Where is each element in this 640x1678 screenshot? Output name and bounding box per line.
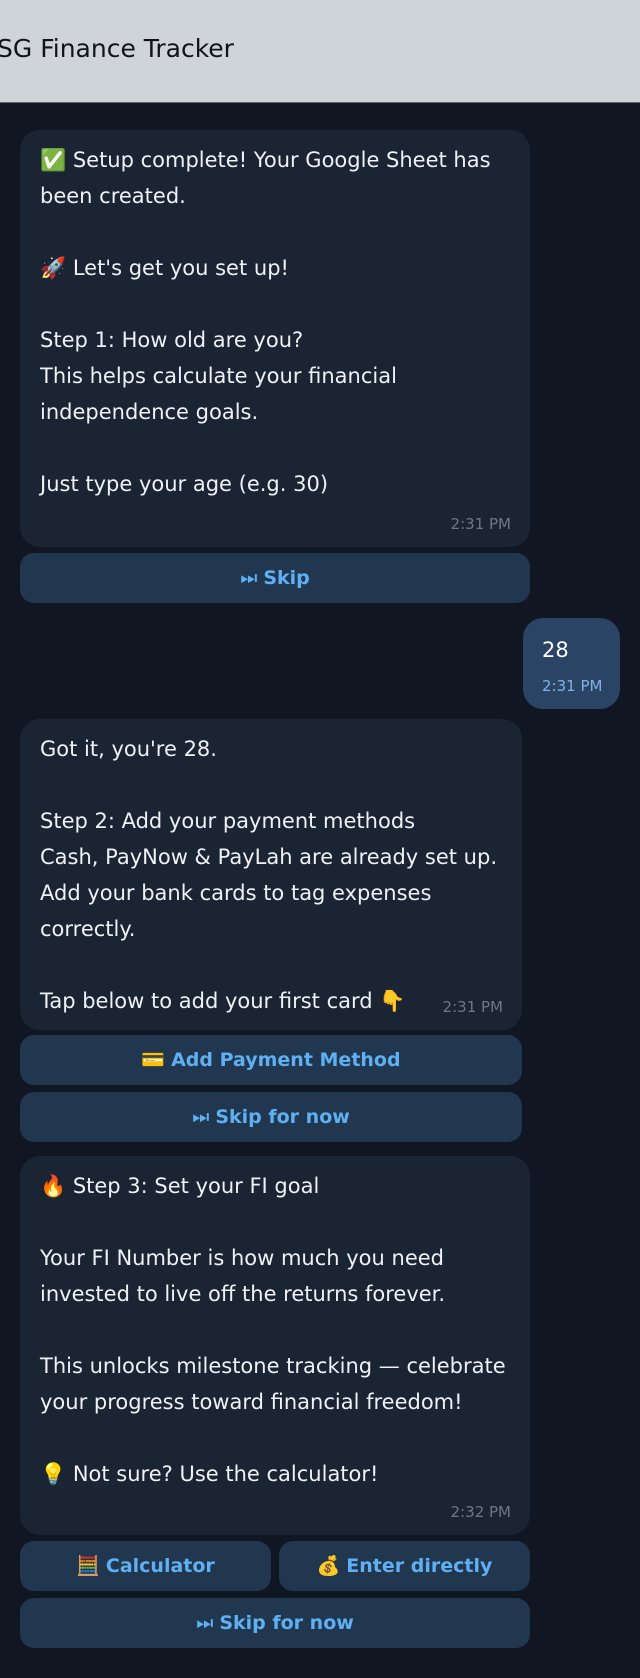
user-message: 28 2:31 PM bbox=[523, 618, 620, 709]
message-text: Got it, you're 28. Step 2: Add your paym… bbox=[40, 737, 497, 1013]
add-payment-method-label: Add Payment Method bbox=[171, 1049, 401, 1071]
skip-for-now-button[interactable]: ⏭ Skip for now bbox=[20, 1092, 522, 1142]
bot-message-step-1: ✅ Setup complete! Your Google Sheet has … bbox=[20, 130, 530, 547]
skip-for-now-label: Skip for now bbox=[219, 1612, 354, 1634]
app-header: SG Finance Tracker bbox=[0, 0, 640, 103]
calculator-button[interactable]: 🧮 Calculator bbox=[20, 1541, 271, 1591]
enter-directly-label: Enter directly bbox=[346, 1555, 493, 1577]
bot-message-step-3: 🔥 Step 3: Set your FI goal Your FI Numbe… bbox=[20, 1156, 530, 1535]
chat-area[interactable]: ✅ Setup complete! Your Google Sheet has … bbox=[0, 104, 640, 1678]
bot-message-step-2: Got it, you're 28. Step 2: Add your paym… bbox=[20, 719, 522, 1030]
skip-icon: ⏭ bbox=[192, 1106, 210, 1128]
abacus-icon: 🧮 bbox=[76, 1555, 100, 1577]
message-timestamp: 2:31 PM bbox=[542, 677, 603, 695]
message-text: 28 bbox=[542, 638, 569, 662]
credit-card-icon: 💳 bbox=[141, 1049, 166, 1071]
enter-directly-button[interactable]: 💰 Enter directly bbox=[279, 1541, 530, 1591]
skip-icon: ⏭ bbox=[196, 1612, 214, 1634]
message-text: ✅ Setup complete! Your Google Sheet has … bbox=[40, 148, 491, 496]
add-payment-method-button[interactable]: 💳 Add Payment Method bbox=[20, 1035, 522, 1085]
message-text: 🔥 Step 3: Set your FI goal Your FI Numbe… bbox=[40, 1174, 506, 1486]
skip-button[interactable]: ⏭ Skip bbox=[20, 553, 530, 603]
message-timestamp: 2:31 PM bbox=[442, 998, 503, 1016]
skip-for-now-label: Skip for now bbox=[215, 1106, 350, 1128]
app-title: SG Finance Tracker bbox=[0, 34, 234, 63]
message-timestamp: 2:31 PM bbox=[450, 515, 511, 533]
skip-for-now-button[interactable]: ⏭ Skip for now bbox=[20, 1598, 530, 1648]
money-bag-icon: 💰 bbox=[316, 1555, 341, 1577]
skip-icon: ⏭ bbox=[240, 567, 258, 589]
calculator-label: Calculator bbox=[105, 1555, 215, 1577]
message-timestamp: 2:32 PM bbox=[450, 1503, 511, 1521]
skip-button-label: Skip bbox=[263, 567, 310, 589]
